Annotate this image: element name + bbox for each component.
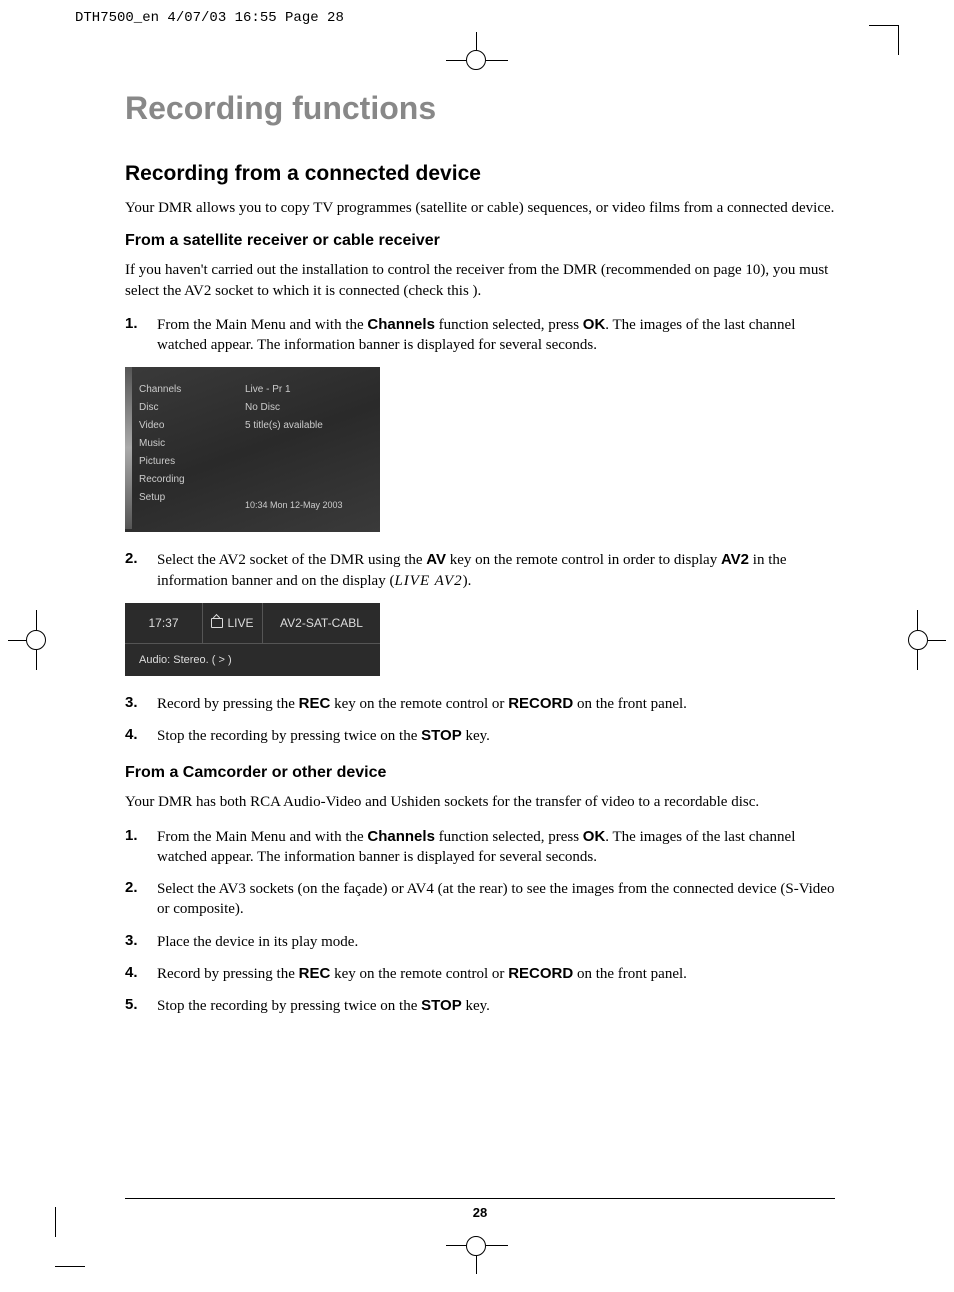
trim-mark (55, 1207, 56, 1237)
lead-a: If you haven't carried out the installat… (125, 260, 835, 301)
step-body: Record by pressing the REC key on the re… (157, 694, 835, 714)
step-a2: 2. Select the AV2 socket of the DMR usin… (125, 550, 835, 591)
trim-mark (869, 25, 899, 26)
section-title: Recording from a connected device (125, 162, 835, 186)
page-content: Recording functions Recording from a con… (125, 90, 835, 1028)
banner-source: AV2-SAT-CABL (263, 603, 380, 643)
trim-mark (55, 1266, 85, 1267)
step-b4: 4. Record by pressing the REC key on the… (125, 964, 835, 984)
step-number: 4. (125, 964, 157, 984)
trim-mark (898, 25, 899, 55)
menu-item: Setup (139, 489, 239, 507)
menu-item: Video (139, 417, 239, 435)
subheading-camcorder: From a Camcorder or other device (125, 764, 835, 782)
step-body: Stop the recording by pressing twice on … (157, 726, 835, 746)
intro-text: Your DMR allows you to copy TV programme… (125, 198, 835, 218)
step-number: 2. (125, 879, 157, 920)
step-body: From the Main Menu and with the Channels… (157, 315, 835, 356)
banner-audio: Audio: Stereo. ( > ) (125, 643, 380, 676)
step-body: Select the AV2 socket of the DMR using t… (157, 550, 835, 591)
crop-mark-top (446, 32, 508, 72)
banner-live: LIVE (203, 603, 263, 643)
step-a4: 4. Stop the recording by pressing twice … (125, 726, 835, 746)
step-body: Select the AV3 sockets (on the façade) o… (157, 879, 835, 920)
page-number: 28 (125, 1198, 835, 1220)
step-body: Place the device in its play mode. (157, 932, 835, 952)
print-slug: DTH7500_en 4/07/03 16:55 Page 28 (75, 10, 344, 26)
main-menu-screenshot: Channels Disc Video Music Pictures Recor… (125, 367, 380, 532)
step-number: 3. (125, 932, 157, 952)
lcd-text: LIVE AV2 (394, 573, 462, 589)
menu-value: 5 title(s) available (245, 417, 375, 435)
menu-item: Pictures (139, 453, 239, 471)
menu-item: Recording (139, 471, 239, 489)
crop-mark-bottom (446, 1234, 508, 1274)
step-body: Record by pressing the REC key on the re… (157, 964, 835, 984)
step-a3: 3. Record by pressing the REC key on the… (125, 694, 835, 714)
lead-b: Your DMR has both RCA Audio-Video and Us… (125, 792, 835, 812)
chapter-title: Recording functions (125, 90, 835, 127)
menu-value: Live - Pr 1 (245, 381, 375, 399)
step-b1: 1. From the Main Menu and with the Chann… (125, 827, 835, 868)
step-b3: 3. Place the device in its play mode. (125, 932, 835, 952)
step-number: 4. (125, 726, 157, 746)
step-number: 1. (125, 827, 157, 868)
step-a1: 1. From the Main Menu and with the Chann… (125, 315, 835, 356)
menu-left-column: Channels Disc Video Music Pictures Recor… (139, 381, 239, 507)
step-b2: 2. Select the AV3 sockets (on the façade… (125, 879, 835, 920)
menu-item: Disc (139, 399, 239, 417)
info-banner-screenshot: 17:37 LIVE AV2-SAT-CABL Audio: Stereo. (… (125, 603, 380, 676)
menu-value: No Disc (245, 399, 375, 417)
step-number: 2. (125, 550, 157, 591)
step-body: Stop the recording by pressing twice on … (157, 996, 835, 1016)
banner-time: 17:37 (125, 603, 203, 643)
step-body: From the Main Menu and with the Channels… (157, 827, 835, 868)
subheading-sat-cable: From a satellite receiver or cable recei… (125, 232, 835, 250)
tv-icon (211, 618, 223, 628)
menu-item: Music (139, 435, 239, 453)
step-number: 5. (125, 996, 157, 1016)
step-number: 3. (125, 694, 157, 714)
menu-right-column: Live - Pr 1 No Disc 5 title(s) available (245, 381, 375, 435)
menu-timestamp: 10:34 Mon 12-May 2003 (245, 500, 343, 510)
step-b5: 5. Stop the recording by pressing twice … (125, 996, 835, 1016)
menu-item: Channels (139, 381, 239, 399)
step-number: 1. (125, 315, 157, 356)
